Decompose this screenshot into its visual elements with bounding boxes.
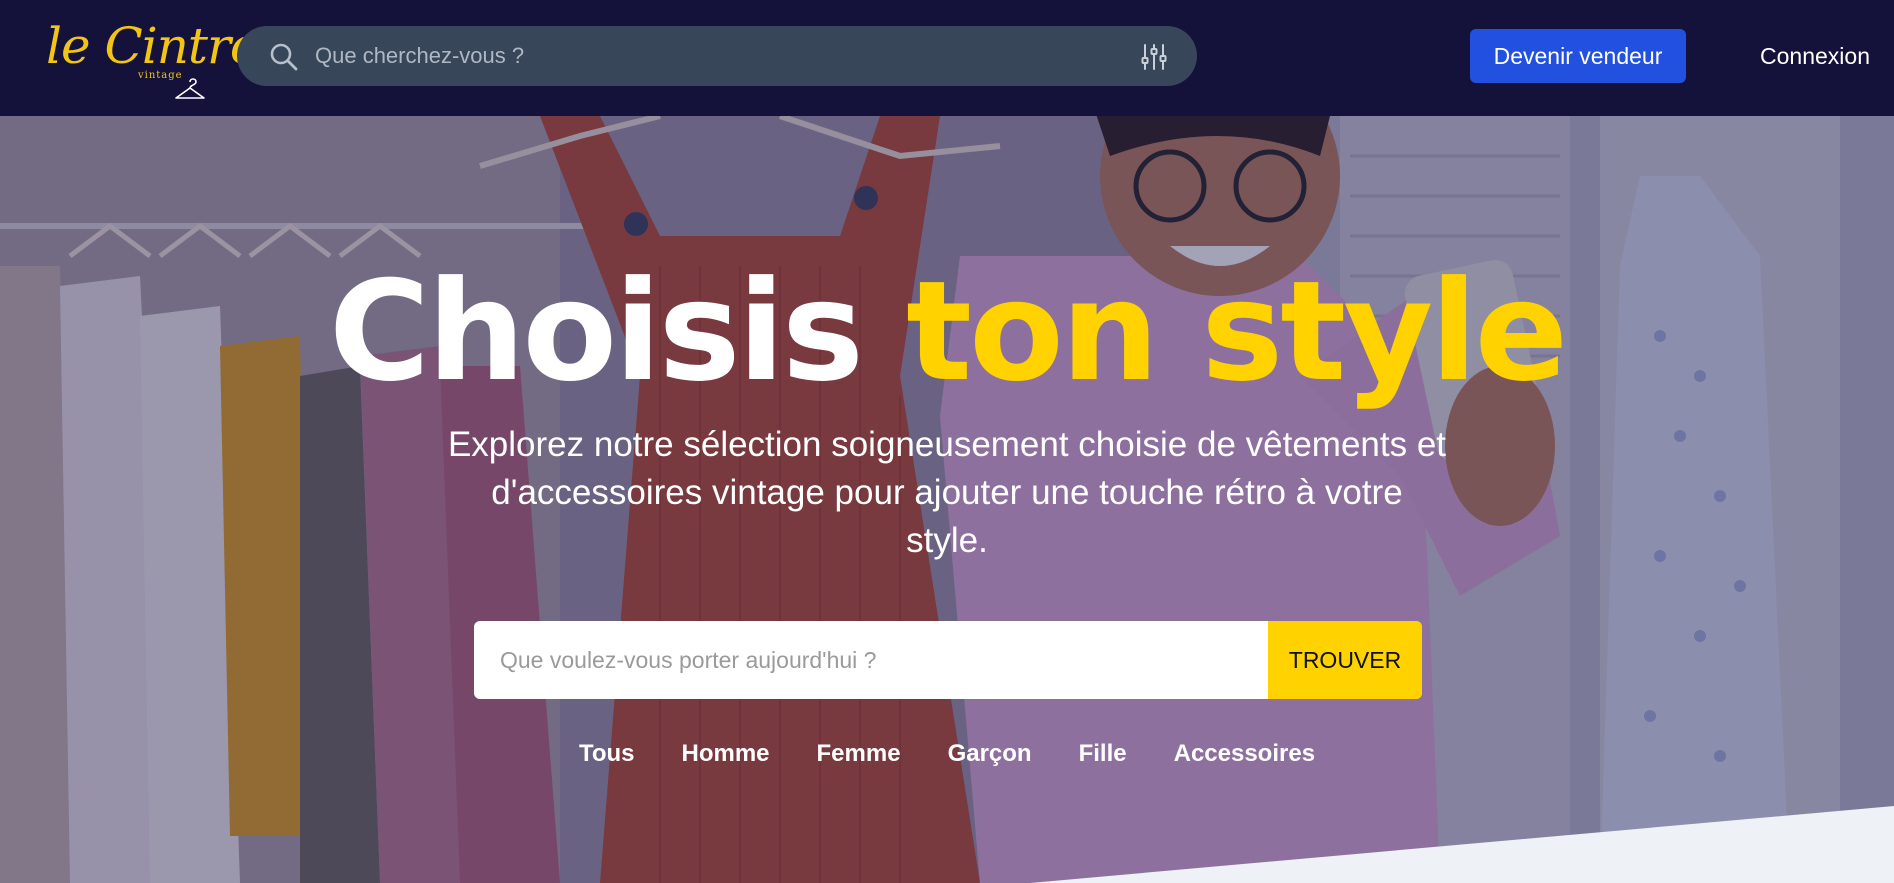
category-link-girl[interactable]: Fille [1079,736,1127,772]
category-link-men[interactable]: Homme [681,736,769,772]
hero-section: Choisis ton style Explorez notre sélecti… [0,116,1894,883]
header-search-input[interactable] [315,36,1095,76]
brand-logo[interactable]: le Cintre vintage [46,8,260,104]
become-seller-button[interactable]: Devenir vendeur [1470,29,1686,83]
top-navbar: le Cintre vintage Devenir vendeur Connex… [0,0,1894,116]
brand-name: le Cintre [46,17,260,75]
hero-search-bar: TROUVER [474,621,1422,699]
category-links: Tous Homme Femme Garçon Fille Accessoire… [0,736,1894,772]
hero-title-part1: Choisis [328,251,864,412]
find-button[interactable]: TROUVER [1268,621,1422,699]
category-link-all[interactable]: Tous [579,736,635,772]
login-button[interactable]: Connexion [1710,29,1870,83]
category-link-boy[interactable]: Garçon [948,736,1032,772]
filter-sliders-icon[interactable] [1141,43,1167,71]
search-icon [270,43,298,71]
hanger-icon [175,78,205,99]
hero-subtitle: Explorez notre sélection soigneusement c… [447,425,1447,560]
hero-search-input[interactable] [500,640,1260,680]
hero-title-part2: ton style [906,251,1568,412]
category-link-accessories[interactable]: Accessoires [1174,736,1315,772]
hero-title: Choisis ton style [0,252,1894,412]
category-link-women[interactable]: Femme [817,736,901,772]
header-search-bar [237,26,1197,86]
